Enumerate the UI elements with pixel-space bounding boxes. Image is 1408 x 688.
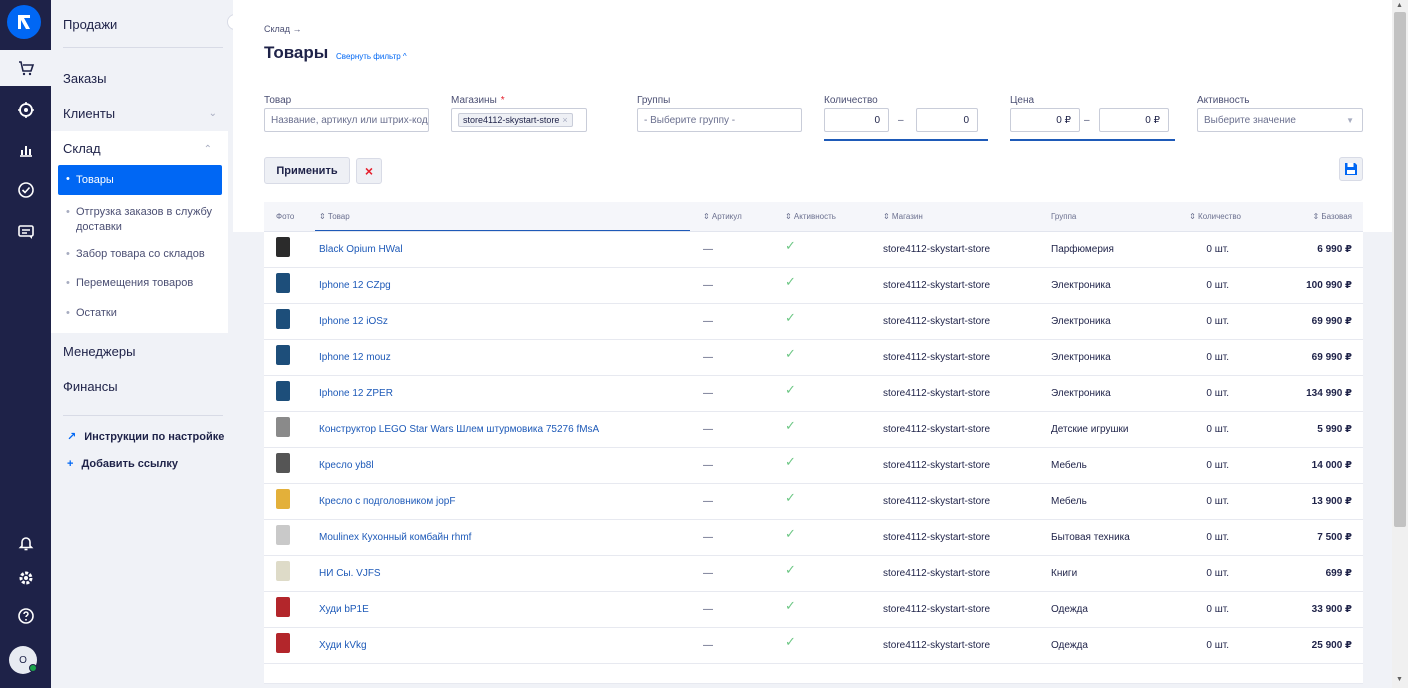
- online-status-dot: [29, 664, 37, 672]
- sidebar-sub-pickup[interactable]: Забор товара со складов: [58, 247, 222, 262]
- col-base-price[interactable]: ⇕ Базовая: [1312, 212, 1352, 221]
- bell-icon[interactable]: [0, 525, 51, 561]
- quantity-filter-label: Количество: [824, 95, 878, 106]
- stores-select[interactable]: store4112-skystart-store ×: [451, 108, 587, 132]
- activity-select[interactable]: Выберите значение ▼: [1197, 108, 1363, 132]
- col-photo: Фото: [276, 212, 295, 221]
- breadcrumb[interactable]: Склад →: [264, 24, 302, 34]
- stores-label-text: Магазины: [451, 95, 497, 106]
- sidebar-item-managers[interactable]: Менеджеры: [63, 344, 135, 359]
- avatar[interactable]: O: [9, 646, 37, 674]
- sidebar-sub-products[interactable]: Товары: [58, 165, 222, 195]
- sidebar-divider: [63, 47, 223, 48]
- icon-rail: O: [0, 0, 51, 688]
- fold-filter-link[interactable]: Свернуть фильтр ^: [336, 52, 407, 61]
- table-header: Фото ⇕ Товар ⇕ Артикул ⇕ Активность ⇕ Ма…: [264, 202, 1363, 232]
- logo-icon[interactable]: [7, 5, 41, 39]
- sidebar-group-warehouse: Склад ⌃ Товары Отгрузка заказов в службу…: [51, 131, 228, 333]
- setup-instructions-link[interactable]: ↗ Инструкции по настройке: [67, 430, 224, 443]
- sidebar-item-finance[interactable]: Финансы: [63, 379, 118, 394]
- required-marker: *: [500, 95, 505, 106]
- check-circle-icon[interactable]: [0, 172, 51, 208]
- table-backdrop: [233, 232, 1392, 688]
- sidebar-sub-stock[interactable]: Остатки: [58, 306, 222, 321]
- close-icon: ×: [364, 163, 374, 179]
- avatar-initial: O: [19, 654, 27, 666]
- quantity-underline: [824, 139, 988, 141]
- price-from-input[interactable]: 0 ₽: [1010, 108, 1080, 132]
- sidebar: Продажи Заказы Клиенты ⌄ Склад ⌃ Товары …: [51, 0, 233, 688]
- chevron-up-icon: ⌃: [203, 144, 212, 155]
- product-search-input[interactable]: Название, артикул или штрих-код: [264, 108, 429, 132]
- activity-placeholder: Выберите значение: [1204, 114, 1296, 126]
- col-quantity[interactable]: ⇕ Количество: [1189, 212, 1241, 221]
- sidebar-sub-shipping[interactable]: Отгрузка заказов в службу доставки: [58, 205, 222, 235]
- scrollbar-thumb[interactable]: [1394, 12, 1406, 527]
- cart-icon[interactable]: [0, 50, 51, 86]
- scrollbar[interactable]: ▲ ▼: [1392, 0, 1408, 688]
- sidebar-divider: [63, 415, 223, 416]
- activity-filter-label: Активность: [1197, 95, 1250, 106]
- sidebar-item-clients[interactable]: Клиенты: [63, 106, 115, 121]
- tag-remove-icon[interactable]: ×: [562, 115, 567, 125]
- price-underline: [1010, 139, 1175, 141]
- sidebar-item-sales[interactable]: Продажи: [63, 17, 117, 32]
- range-dash: –: [898, 115, 904, 126]
- help-icon[interactable]: [0, 598, 51, 634]
- col-product[interactable]: ⇕ Товар: [319, 212, 350, 221]
- store-tag: store4112-skystart-store ×: [458, 113, 573, 127]
- groups-select[interactable]: - Выберите группу -: [637, 108, 802, 132]
- plus-icon: +: [67, 458, 74, 470]
- scroll-down-icon[interactable]: ▼: [1396, 676, 1403, 683]
- col-article[interactable]: ⇕ Артикул: [703, 212, 742, 221]
- page-title: Товары: [264, 43, 329, 62]
- quantity-to-input[interactable]: 0: [916, 108, 978, 132]
- add-link-button[interactable]: + Добавить ссылку: [67, 458, 178, 470]
- col-store[interactable]: ⇕ Магазин: [883, 212, 923, 221]
- range-dash: –: [1084, 115, 1090, 126]
- clear-filter-button[interactable]: ×: [356, 158, 382, 184]
- stores-filter-label: Магазины *: [451, 95, 505, 106]
- groups-filter-label: Группы: [637, 95, 671, 106]
- product-search-placeholder: Название, артикул или штрих-код: [271, 114, 428, 126]
- apply-button[interactable]: Применить: [264, 157, 350, 184]
- chevron-down-icon: ⌄: [208, 108, 217, 119]
- add-link-label: Добавить ссылку: [81, 458, 179, 470]
- col-activity[interactable]: ⇕ Активность: [785, 212, 836, 221]
- groups-placeholder: - Выберите группу -: [644, 114, 736, 126]
- caret-down-icon: ▼: [1346, 115, 1354, 125]
- setup-instructions-label: Инструкции по настройке: [84, 431, 225, 443]
- target-icon[interactable]: [0, 92, 51, 128]
- sidebar-sub-transfers[interactable]: Перемещения товаров: [58, 276, 222, 291]
- price-filter-label: Цена: [1010, 95, 1035, 106]
- scroll-up-icon[interactable]: ▲: [1396, 2, 1403, 9]
- sort-indicator: [315, 230, 690, 231]
- chat-icon[interactable]: [0, 214, 51, 250]
- price-to-input[interactable]: 0 ₽: [1099, 108, 1169, 132]
- col-group: Группа: [1051, 212, 1077, 221]
- product-filter-label: Товар: [264, 95, 292, 106]
- save-icon[interactable]: [1339, 157, 1363, 181]
- chart-icon[interactable]: [0, 132, 51, 168]
- store-tag-label: store4112-skystart-store: [463, 115, 560, 125]
- arrow-up-right-icon: ↗: [67, 431, 77, 443]
- gear-icon[interactable]: [0, 560, 51, 596]
- sidebar-item-warehouse[interactable]: Склад: [63, 141, 101, 156]
- quantity-from-input[interactable]: 0: [824, 108, 889, 132]
- sidebar-item-orders[interactable]: Заказы: [63, 71, 106, 86]
